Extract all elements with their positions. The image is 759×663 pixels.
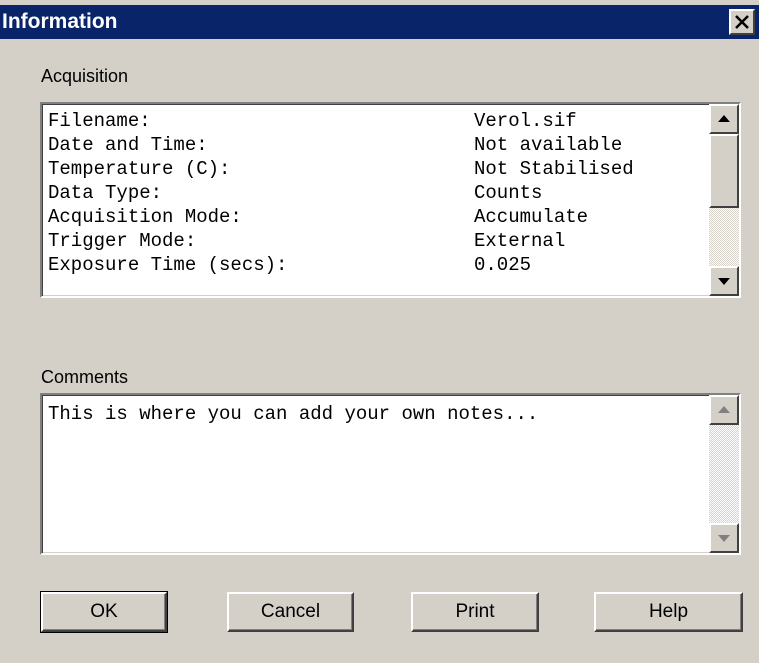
comments-scroll-down-button[interactable]	[709, 523, 739, 553]
close-button[interactable]	[729, 9, 755, 35]
close-icon	[735, 15, 749, 29]
comments-scroll-up-button[interactable]	[709, 395, 739, 425]
comments-scrollbar[interactable]	[709, 395, 739, 553]
scroll-up-button[interactable]	[709, 104, 739, 134]
title-bar[interactable]: Information	[0, 5, 759, 39]
scroll-thumb[interactable]	[709, 134, 739, 208]
info-key: Exposure Time (secs):	[48, 254, 288, 276]
info-value: Not available	[474, 134, 623, 156]
info-key: Trigger Mode:	[48, 230, 197, 252]
info-value: Counts	[474, 182, 543, 204]
info-value: Not Stabilised	[474, 158, 634, 180]
cancel-button[interactable]: Cancel	[227, 592, 354, 632]
scroll-down-button[interactable]	[709, 266, 739, 296]
info-value: 0.025	[474, 254, 532, 276]
scroll-down-arrow-icon	[718, 278, 730, 285]
info-value: External	[474, 230, 566, 252]
info-value: Verol.sif	[474, 110, 577, 132]
acquisition-list[interactable]: Filename: Verol.sif Date and Time: Not avai…	[40, 102, 741, 298]
info-key: Date and Time:	[48, 134, 208, 156]
info-key: Temperature (C):	[48, 158, 231, 180]
scroll-up-arrow-icon	[718, 406, 730, 413]
help-button[interactable]: Help	[594, 592, 743, 632]
info-key: Data Type:	[48, 182, 163, 204]
comments-label: Comments	[41, 367, 129, 387]
ok-button[interactable]: OK	[40, 591, 168, 633]
window-title: Information	[2, 10, 118, 33]
info-key: Acquisition Mode:	[48, 206, 242, 228]
acquisition-scrollbar[interactable]	[709, 104, 739, 296]
print-button[interactable]: Print	[411, 592, 539, 632]
information-dialog: Information Acquisition Filename: Verol.s…	[0, 0, 759, 663]
comments-textarea[interactable]: This is where you can add your own notes…	[40, 393, 741, 555]
info-key: Filename:	[48, 110, 151, 132]
comments-text: This is where you can add your own notes…	[48, 403, 539, 425]
scroll-up-arrow-icon	[718, 115, 730, 122]
acquisition-label: Acquisition	[41, 66, 129, 86]
scroll-down-arrow-icon	[718, 535, 730, 542]
info-value: Accumulate	[474, 206, 589, 228]
